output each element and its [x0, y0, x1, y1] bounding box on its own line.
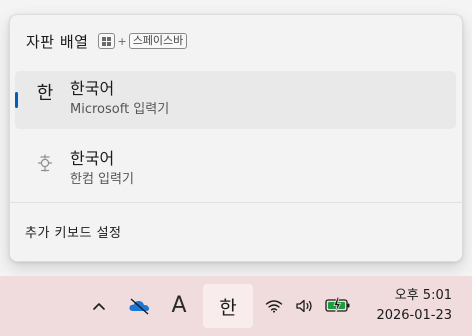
input-switcher-flyout: 자판 배열 + 스페이스바 한 한국어 Microsoft 입력기 한국어 한컴…: [9, 14, 463, 262]
taskbar: A 한 오후 5:01 2026-01-23: [0, 276, 472, 336]
ime-language: 한국어: [70, 149, 115, 168]
clock-time: 오후 5:01: [394, 288, 452, 303]
more-keyboard-settings-link[interactable]: 추가 키보드 설정: [25, 222, 122, 241]
shortcut-hint: + 스페이스바: [98, 33, 188, 49]
wifi-icon-svg: [265, 300, 283, 313]
system-clock[interactable]: 오후 5:01 2026-01-23: [352, 286, 452, 326]
ime-tray-button[interactable]: 한: [203, 284, 253, 328]
input-mode-indicator[interactable]: A: [167, 290, 191, 320]
volume-icon[interactable]: [294, 296, 316, 316]
ime-item-text: 한국어 Microsoft 입력기: [70, 78, 169, 119]
ime-item-hancom[interactable]: 한국어 한컴 입력기: [15, 141, 456, 199]
flyout-title: 자판 배열: [26, 32, 89, 51]
battery-charging-icon[interactable]: [324, 294, 352, 316]
windows-logo-icon: [102, 36, 112, 46]
ime-language: 한국어: [70, 79, 115, 98]
ime-name: Microsoft 입력기: [70, 102, 170, 117]
onedrive-icon-svg: [129, 298, 150, 315]
selection-indicator: [15, 92, 18, 108]
chevron-up-icon-svg: [93, 303, 105, 310]
clock-date: 2026-01-23: [376, 308, 452, 323]
battery-icon-svg: [325, 296, 350, 314]
flyout-divider: [10, 202, 462, 203]
hanja-ime-icon: [37, 154, 53, 172]
flyout-header: 자판 배열 + 스페이스바: [26, 29, 188, 53]
volume-icon-svg: [296, 299, 312, 313]
shortcut-plus: +: [117, 34, 127, 48]
ime-item-text: 한국어 한컴 입력기: [70, 148, 134, 189]
ime-name: 한컴 입력기: [70, 172, 134, 187]
onedrive-paused-icon[interactable]: [128, 294, 152, 318]
wifi-icon[interactable]: [264, 296, 284, 316]
chevron-up-icon[interactable]: [88, 294, 110, 318]
windows-key-icon: [98, 33, 116, 49]
ime-glyph: 한: [36, 83, 54, 104]
ime-item-microsoft[interactable]: 한 한국어 Microsoft 입력기: [15, 71, 456, 129]
spacebar-key: 스페이스바: [128, 33, 188, 49]
